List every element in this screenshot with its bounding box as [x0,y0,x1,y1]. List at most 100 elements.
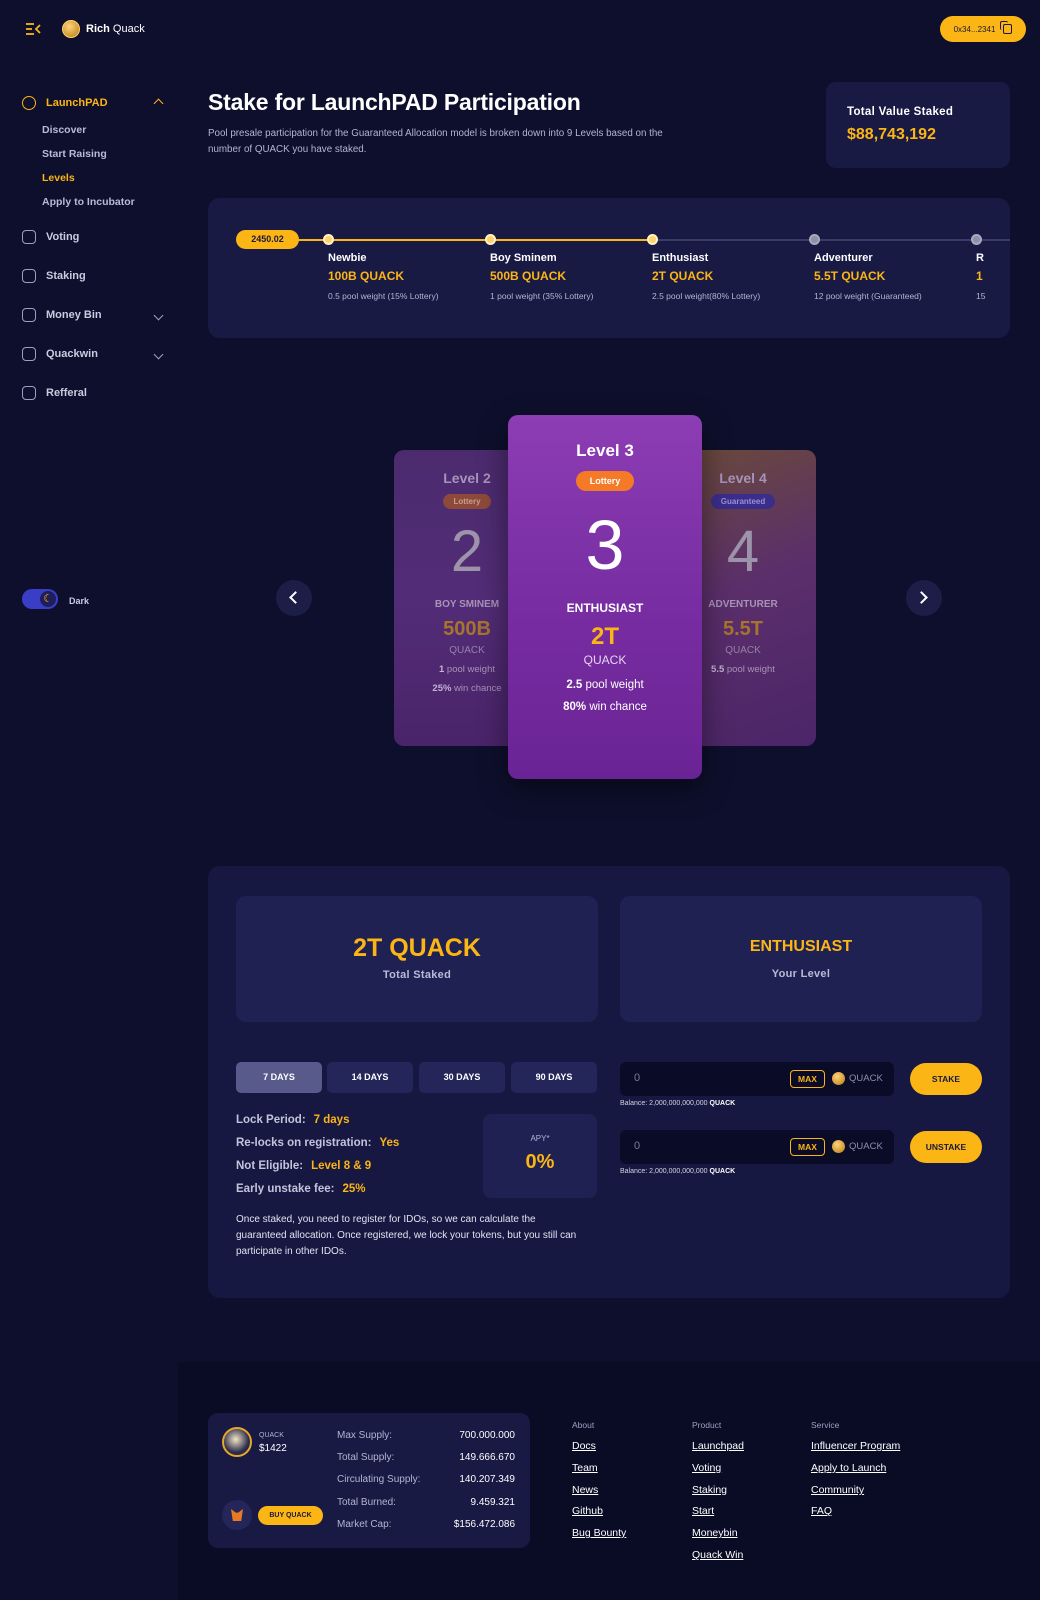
unstake-input-value[interactable]: 0 [634,1140,640,1152]
footer-link-github[interactable]: Github [572,1505,603,1517]
duration-tab-90-days[interactable]: 90 DAYS [511,1062,597,1093]
step-amount: 500B QUACK [490,269,567,283]
theme-label: Dark [69,596,90,606]
duration-tab-30-days[interactable]: 30 DAYS [419,1062,505,1093]
card-unit: QUACK [583,653,627,667]
your-level-value: ENTHUSIAST [749,938,853,955]
sidebar-item-label: LaunchPAD [46,97,108,109]
sidebar-item-label: Refferal [46,387,87,399]
menu-collapse-icon[interactable] [24,20,42,38]
duck-logo-icon [62,20,80,38]
buy-quack-button[interactable]: BUY QUACK [258,1506,323,1525]
rocket-icon [22,96,36,110]
footer-col-about-heading: About [572,1420,595,1430]
supply-value: $156.472.086 [453,1519,515,1530]
sidebar-item-quackwin[interactable]: Quackwin [22,347,164,361]
staking-icon [22,269,36,283]
sidebar-sub-apply-incubator[interactable]: Apply to Incubator [42,196,135,208]
footer-link-quack-win[interactable]: Quack Win [692,1549,743,1561]
wallet-button[interactable]: 0x34...2341 [940,16,1026,42]
footer-link-docs[interactable]: Docs [572,1440,596,1452]
stake-button[interactable]: STAKE [910,1063,982,1095]
info-unstake-fee: Early unstake fee: 25% [236,1183,366,1195]
footer-link-team[interactable]: Team [572,1462,598,1474]
unstake-input[interactable]: 0 MAX QUACK [620,1130,894,1164]
tvs-value: $88,743,192 [847,126,936,143]
moon-icon: ☾ [40,591,56,607]
your-level-card: ENTHUSIAST Your Level [620,896,982,1022]
stake-note: Once staked, you need to register for ID… [236,1214,577,1257]
sidebar-sub-levels[interactable]: Levels [42,172,75,184]
step-name: Adventurer [814,252,873,264]
step-amount: 1 [976,269,983,283]
footer-link-bug-bounty[interactable]: Bug Bounty [572,1527,626,1539]
card-number: 3 [585,506,625,584]
supply-label: Total Burned: [337,1497,396,1508]
footer-link-staking[interactable]: Staking [692,1484,727,1496]
level-card-3-active[interactable]: Level 3 Lottery 3 ENTHUSIAST 2T QUACK 2.… [508,415,702,779]
footer-link-launchpad[interactable]: Launchpad [692,1440,744,1452]
chevron-up-icon [153,98,164,108]
timeline-dot [323,234,334,245]
current-stake-badge: 2450.02 [236,230,299,249]
carousel-prev-button[interactable] [276,580,312,616]
footer-link-voting[interactable]: Voting [692,1462,721,1474]
footer-link-news[interactable]: News [572,1484,598,1496]
tvs-label: Total Value Staked [847,106,954,118]
timeline-step[interactable]: Adventurer 5.5T QUACK 12 pool weight (Gu… [814,252,922,301]
token-price: $1422 [259,1443,287,1454]
footer-link-apply-launch[interactable]: Apply to Launch [811,1462,886,1474]
sidebar-item-referral[interactable]: Refferal [22,386,87,400]
theme-toggle[interactable]: ☾ [22,589,58,609]
unstake-max-button[interactable]: MAX [790,1138,825,1156]
quack-coin-icon [832,1072,845,1085]
quack-coin-icon [222,1427,252,1457]
timeline-step[interactable]: R 1 15 [976,252,985,301]
step-name: Enthusiast [652,252,709,264]
step-weight: 0.5 pool weight (15% Lottery) [328,291,439,301]
sidebar-item-money-bin[interactable]: Money Bin [22,308,164,322]
supply-label: Total Supply: [337,1452,395,1463]
copy-icon[interactable] [1000,21,1013,34]
timeline-step[interactable]: Enthusiast 2T QUACK 2.5 pool weight(80% … [652,252,760,301]
star-icon [22,347,36,361]
footer-link-community[interactable]: Community [811,1484,864,1496]
brand-logo[interactable]: Rich Quack [62,20,145,38]
vote-icon [22,230,36,244]
token-label: QUACK [849,1141,883,1152]
token-label: QUACK [849,1073,883,1084]
timeline-step[interactable]: Newbie 100B QUACK 0.5 pool weight (15% L… [328,252,439,301]
metamask-icon[interactable] [222,1500,252,1530]
stake-balance: Balance: 2,000,000,000,000 QUACK [620,1100,736,1107]
total-staked-value: 2T QUACK [353,934,481,962]
carousel-next-button[interactable] [906,580,942,616]
info-not-eligible: Not Eligible: Level 8 & 9 [236,1160,372,1172]
sidebar-item-staking[interactable]: Staking [22,269,86,283]
duration-tab-14-days[interactable]: 14 DAYS [327,1062,413,1093]
card-level: Level 3 [576,441,634,460]
info-relocks: Re-locks on registration: Yes [236,1137,400,1149]
sidebar-sub-start-raising[interactable]: Start Raising [42,148,107,160]
footer-link-start[interactable]: Start [692,1505,714,1517]
chevron-down-icon [153,310,164,320]
footer-link-faq[interactable]: FAQ [811,1505,832,1517]
footer-link-moneybin[interactable]: Moneybin [692,1527,738,1539]
footer-col-service-heading: Service [811,1420,840,1430]
unstake-button[interactable]: UNSTAKE [910,1131,982,1163]
sidebar-item-voting[interactable]: Voting [22,230,79,244]
sidebar-item-label: Quackwin [46,348,98,360]
sidebar-item-launchpad[interactable]: LaunchPAD [22,96,164,110]
step-amount: 2T QUACK [652,269,714,283]
sidebar-sub-discover[interactable]: Discover [42,124,86,136]
stake-max-button[interactable]: MAX [790,1070,825,1088]
footer-link-influencer[interactable]: Influencer Program [811,1440,900,1452]
stake-input-value[interactable]: 0 [634,1072,640,1084]
total-staked-card: 2T QUACK Total Staked [236,896,598,1022]
duration-tab-7-days[interactable]: 7 DAYS [236,1062,322,1093]
stake-input[interactable]: 0 MAX QUACK [620,1062,894,1096]
card-tag: Lottery [575,471,635,491]
timeline-step[interactable]: Boy Sminem 500B QUACK 1 pool weight (35%… [490,252,593,301]
apy-label: APY* [530,1134,550,1143]
wallet-address: 0x34...2341 [953,24,996,34]
sidebar-item-label: Money Bin [46,309,102,321]
